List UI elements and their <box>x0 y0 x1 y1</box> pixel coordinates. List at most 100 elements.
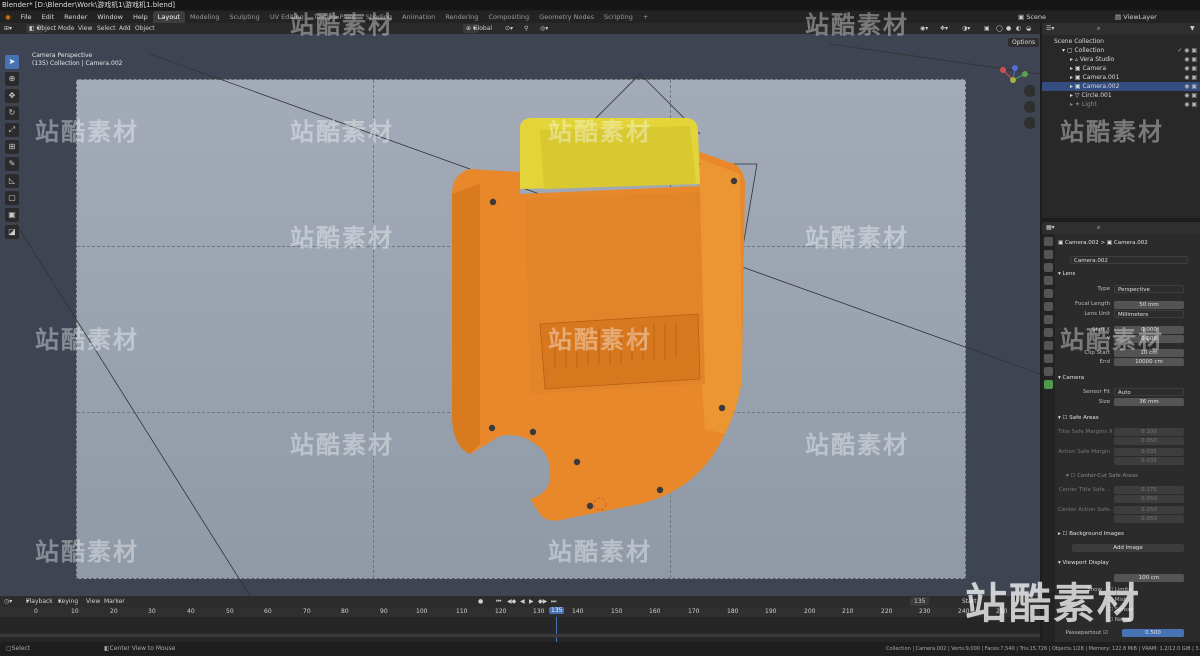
outliner-item-camera-002[interactable]: ▸ ▣ Camera.002 ◉ ▣ <box>1042 82 1200 91</box>
record-icon[interactable]: ● <box>478 596 483 607</box>
move-tool-icon[interactable]: ✥ <box>5 89 19 103</box>
menu-window[interactable]: Window <box>92 13 128 21</box>
outliner-root[interactable]: Scene Collection <box>1042 37 1200 46</box>
section-safe-areas[interactable]: ▾ ☐ Safe Areas <box>1058 414 1198 423</box>
sensor-fit-dropdown[interactable]: Auto <box>1114 388 1184 396</box>
add-cube-tool-icon[interactable]: ▢ <box>5 191 19 205</box>
menu-marker[interactable]: Marker <box>104 596 125 607</box>
timeline-ruler[interactable]: 0 10 20 30 40 50 60 70 80 90 100 110 120… <box>0 607 1040 617</box>
section-center-cut[interactable]: ▾ ☐ Center-Cut Safe Areas <box>1066 472 1200 481</box>
output-tab-icon[interactable] <box>1044 263 1053 272</box>
section-background-images[interactable]: ▸ ☐ Background Images <box>1058 530 1198 539</box>
modifier-tab-icon[interactable] <box>1044 341 1053 350</box>
properties-search-icon[interactable]: ⌕ <box>1097 224 1100 232</box>
jump-start-icon[interactable]: ⏮ <box>496 596 501 607</box>
menu-help[interactable]: Help <box>128 13 153 21</box>
sensor-size-field[interactable]: 36 mm <box>1114 398 1184 406</box>
outliner-item-light[interactable]: ▸ ✦ Light ◉ ▣ <box>1042 100 1200 109</box>
navigation-gizmo[interactable] <box>995 64 1035 144</box>
timeline-editor-icon[interactable]: ◷▾ <box>4 596 12 607</box>
action-safe-y-field[interactable]: 0.035 <box>1114 457 1184 465</box>
menu-playback[interactable]: Playback ▾ <box>26 596 53 607</box>
next-key-icon[interactable]: ◆▶ <box>538 596 547 607</box>
outliner-item-camera-001[interactable]: ▸ ▣ Camera.001 ◉ ▣ <box>1042 73 1200 82</box>
tab-scripting[interactable]: Scripting <box>599 11 638 23</box>
proportional-edit-icon[interactable]: ◎▾ <box>540 23 548 34</box>
light-tool-icon[interactable]: ◪ <box>5 225 19 239</box>
focal-length-field[interactable]: 50 mm <box>1114 301 1184 309</box>
viewlayer-selector[interactable]: ▤ ViewLayer <box>1115 11 1157 23</box>
clip-end-field[interactable]: 10000 cm <box>1114 358 1184 366</box>
menu-keying[interactable]: Keying ▾ <box>58 596 78 607</box>
tab-modeling[interactable]: Modeling <box>185 11 225 23</box>
tab-animation[interactable]: Animation <box>397 11 440 23</box>
menu-edit[interactable]: Edit <box>37 13 60 21</box>
title-safe-y-field[interactable]: 0.050 <box>1114 437 1184 445</box>
camera-data-tab-icon[interactable] <box>1044 380 1053 389</box>
gizmo-toggle-icon[interactable]: ✥▾ <box>940 23 948 34</box>
timeline-scrollbar[interactable] <box>0 634 1040 637</box>
camera-data-name-field[interactable]: Camera.002 <box>1070 256 1188 264</box>
play-reverse-icon[interactable]: ◀ <box>520 596 525 607</box>
xray-icon[interactable]: ▣ <box>984 23 990 34</box>
current-frame-field[interactable]: 135 <box>910 597 930 606</box>
shading-material-icon[interactable]: ◐ <box>1016 23 1021 34</box>
object-tab-icon[interactable] <box>1044 328 1053 337</box>
mode-dropdown[interactable]: ◧ Object Mode ▾ <box>26 24 74 33</box>
visibility-toggle-icon[interactable]: ◉ ▣ <box>1184 91 1197 100</box>
playhead-frame-label[interactable]: 135 <box>549 607 565 614</box>
tool-tab-icon[interactable] <box>1044 237 1053 246</box>
viewport-3d[interactable]: ➤ ⊕ ✥ ↻ ⤢ ⊞ ✎ ◺ ▢ ▣ ◪ Camera Perspective… <box>0 34 1040 596</box>
editor-type-icon[interactable]: ⊞▾ <box>4 23 12 34</box>
visibility-toggle-icon[interactable]: ◉ ▣ <box>1184 100 1197 109</box>
center-action-x-field[interactable]: 0.150 <box>1114 506 1184 514</box>
properties-editor-icon[interactable]: ▦▾ <box>1046 224 1055 231</box>
add-image-button[interactable]: Add Image <box>1072 544 1184 552</box>
visibility-toggle-icon[interactable]: ◉ ▣ <box>1184 55 1197 64</box>
measure-tool-icon[interactable]: ◺ <box>5 174 19 188</box>
shading-rendered-icon[interactable]: ◒ <box>1026 23 1031 34</box>
annotate-tool-icon[interactable]: ✎ <box>5 157 19 171</box>
visibility-toggle-icon[interactable]: ◉ ▣ <box>1184 82 1197 91</box>
axis-y-icon[interactable] <box>1022 71 1028 77</box>
blender-logo-icon[interactable]: ◉ <box>0 13 16 21</box>
shading-wireframe-icon[interactable]: ◯ <box>996 23 1003 34</box>
world-tab-icon[interactable] <box>1044 302 1053 311</box>
axis-z-icon[interactable] <box>1012 65 1018 71</box>
tab-compositing[interactable]: Compositing <box>483 11 534 23</box>
section-viewport-display[interactable]: ▾ Viewport Display <box>1058 559 1198 568</box>
menu-object[interactable]: Object <box>135 23 155 34</box>
section-camera[interactable]: ▾ Camera <box>1058 374 1198 383</box>
lens-unit-dropdown[interactable]: Millimeters <box>1114 310 1184 318</box>
menu-add[interactable]: Add <box>119 23 131 34</box>
play-icon[interactable]: ▶ <box>529 596 534 607</box>
visibility-toggle-icon[interactable]: ◉ ▣ <box>1184 73 1197 82</box>
snap-icon[interactable]: ⚲ <box>524 23 528 34</box>
axis-x-icon[interactable] <box>1000 67 1006 73</box>
menu-file[interactable]: File <box>16 13 37 21</box>
outliner-editor-icon[interactable]: ☰▾ <box>1046 25 1054 32</box>
physics-tab-icon[interactable] <box>1044 354 1053 363</box>
action-safe-x-field[interactable]: 0.035 <box>1114 448 1184 456</box>
title-safe-x-field[interactable]: 0.100 <box>1114 428 1184 436</box>
outliner-search-icon[interactable]: ⌕ <box>1097 25 1100 33</box>
shading-solid-icon[interactable]: ● <box>1006 23 1011 34</box>
add-workspace-icon[interactable]: + <box>638 11 653 23</box>
zoom-icon[interactable] <box>1024 85 1035 97</box>
tab-sculpting[interactable]: Sculpting <box>224 11 264 23</box>
center-title-x-field[interactable]: 0.175 <box>1114 486 1184 494</box>
jump-end-icon[interactable]: ⏭ <box>551 596 556 607</box>
camera-view-icon[interactable] <box>1024 117 1035 129</box>
center-action-y-field[interactable]: 0.050 <box>1114 515 1184 523</box>
type-dropdown[interactable]: Perspective <box>1114 285 1184 293</box>
visibility-icon[interactable]: ◉▾ <box>920 23 928 34</box>
scale-tool-icon[interactable]: ⤢ <box>5 123 19 137</box>
tab-layout[interactable]: Layout <box>152 11 185 23</box>
outliner-item-collection[interactable]: ▾ ▢ Collection ✓ ◉ ▣ <box>1042 46 1200 55</box>
collection-tab-icon[interactable] <box>1044 315 1053 324</box>
cursor-tool-icon[interactable]: ⊕ <box>5 72 19 86</box>
camera-tool-icon[interactable]: ▣ <box>5 208 19 222</box>
filter-icon[interactable]: ▼ <box>1190 25 1195 32</box>
outliner-item-camera[interactable]: ▸ ▣ Camera ◉ ▣ <box>1042 64 1200 73</box>
playhead-line[interactable] <box>556 617 557 642</box>
